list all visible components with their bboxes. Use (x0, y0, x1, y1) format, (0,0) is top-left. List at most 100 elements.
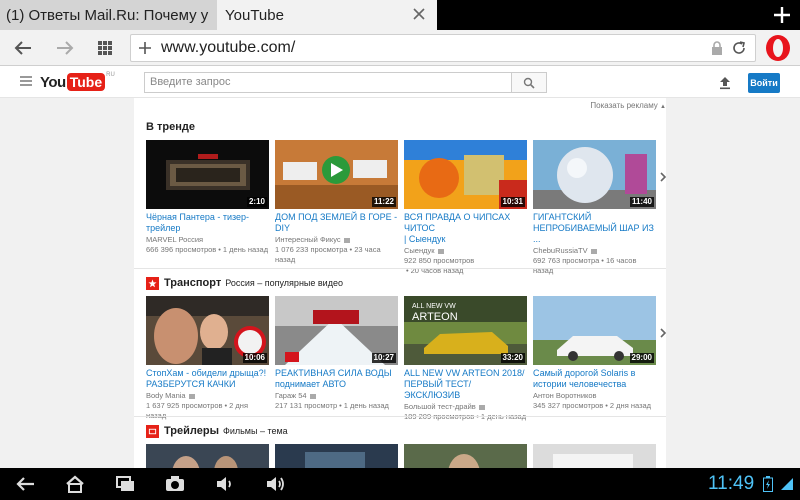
show-ads-link[interactable]: Показать рекламу ▲ (590, 101, 666, 110)
channel-name[interactable]: Body Mania (146, 391, 269, 401)
section-subtitle: Россия – популярные видео (225, 278, 343, 288)
video-card[interactable] (404, 444, 527, 468)
video-card[interactable] (533, 444, 656, 468)
main-content: Показать рекламу ▲ В тренде 2:10 Чёрная … (134, 98, 668, 468)
video-card[interactable] (275, 444, 398, 468)
new-tab-icon[interactable] (772, 5, 792, 25)
video-card[interactable]: 11:22 ДОМ ПОД ЗЕМЛЕЙ В ГОРЕ - DIY Интере… (275, 140, 398, 265)
verified-icon (478, 404, 485, 410)
view-count: 922 850 просмотров (404, 256, 475, 265)
verified-icon (590, 248, 597, 254)
recents-nav-icon[interactable] (114, 474, 136, 494)
video-thumbnail[interactable]: 10:31 (404, 140, 527, 209)
section-title[interactable]: Транспорт (164, 277, 221, 289)
channel-name[interactable]: ChebuRussiaTV (533, 246, 656, 256)
video-card[interactable]: 10:31 ВСЯ ПРАВДА О ЧИПСАХ ЧИТОС | Сыенду… (404, 140, 527, 276)
tab-youtube[interactable]: YouTube (217, 0, 437, 30)
video-thumbnail[interactable]: 11:22 (275, 140, 398, 209)
star-icon (146, 276, 159, 290)
url-text[interactable]: www.youtube.com/ (161, 39, 295, 57)
video-title[interactable]: ALL NEW VW ARTEON 2018/ ПЕРВЫЙ ТЕСТ/ЭКСК… (404, 368, 527, 401)
tab-strip: (1) Ответы Mail.Ru: Почему у м YouTube (0, 0, 800, 30)
upload-age: 2 дня назад (609, 401, 652, 410)
search-button[interactable] (512, 72, 547, 93)
section-title[interactable]: Трейлеры (164, 425, 219, 437)
back-nav-icon[interactable] (14, 474, 36, 494)
title-line: поднимает АВТО (275, 379, 346, 389)
plus-icon[interactable] (137, 40, 153, 56)
video-card[interactable]: 11:40 ГИГАНТСКИЙ НЕПРОБИВАЕМЫЙ ШАР ИЗ ..… (533, 140, 656, 276)
section-header: Трейлеры Фильмы – тема (146, 424, 288, 438)
channel-name[interactable]: Интересный Фикус (275, 235, 398, 245)
channel-name[interactable]: Антон Воротников (533, 391, 656, 401)
logo-you: You (40, 73, 66, 91)
speed-dial-icon[interactable] (94, 37, 116, 59)
channel-label: Большой тест-драйв (404, 402, 476, 411)
youtube-header: You Tube RU Введите запрос Войти (0, 66, 800, 98)
video-card[interactable]: 2:10 Чёрная Пантера - тизер- трейлер MAR… (146, 140, 269, 255)
signin-button[interactable]: Войти (748, 73, 780, 93)
section-title[interactable]: В тренде (146, 121, 195, 133)
video-card[interactable]: 10:27 РЕАКТИВНАЯ СИЛА ВОДЫ поднимает АВТ… (275, 296, 398, 411)
youtube-logo[interactable]: You Tube RU (40, 72, 115, 92)
video-thumbnail[interactable]: 2:10 (146, 140, 269, 209)
video-duration: 11:22 (371, 197, 396, 207)
channel-name[interactable]: MARVEL Россия (146, 235, 269, 245)
back-icon[interactable] (12, 37, 34, 59)
title-line: ДОМ ПОД ЗЕМЛЕЙ В ГОРЕ - DIY (275, 212, 398, 233)
video-thumbnail[interactable] (146, 444, 269, 468)
video-meta: 1 637 925 просмотров•2 дня назад (146, 401, 269, 421)
search-icon (523, 77, 535, 89)
chevron-right-icon[interactable] (658, 328, 668, 338)
upload-icon[interactable] (718, 76, 732, 90)
video-thumbnail[interactable]: 10:27 (275, 296, 398, 365)
trailer-thumbnail (533, 444, 656, 468)
channel-name[interactable]: Большой тест-драйв (404, 402, 527, 412)
video-thumbnail[interactable]: ALL NEW VW ARTEON 33:20 (404, 296, 527, 365)
home-nav-icon[interactable] (64, 474, 86, 494)
channel-label: MARVEL Россия (146, 235, 204, 244)
video-title[interactable]: СтопХам - обидели дрыща?! РАЗБЕРУТСЯ КАЧ… (146, 368, 269, 390)
close-icon[interactable] (411, 6, 427, 22)
video-title[interactable]: ВСЯ ПРАВДА О ЧИПСАХ ЧИТОС | Сыендук (404, 212, 527, 245)
reload-icon[interactable] (731, 40, 747, 56)
video-card[interactable]: 29:00 Самый дорогой Solaris в истории че… (533, 296, 656, 411)
view-count: 1 076 233 просмотра (275, 245, 348, 254)
video-thumbnail[interactable] (404, 444, 527, 468)
channel-name[interactable]: Сыендук (404, 246, 527, 256)
search-input[interactable]: Введите запрос (144, 72, 512, 93)
forward-icon[interactable] (54, 37, 76, 59)
svg-text:ALL NEW VW: ALL NEW VW (412, 303, 456, 310)
signin-label: Войти (750, 78, 778, 88)
video-title[interactable]: Чёрная Пантера - тизер- трейлер (146, 212, 269, 234)
video-thumbnail[interactable] (275, 444, 398, 468)
view-count: 217 131 просмотр (275, 401, 338, 410)
section-divider (134, 416, 666, 417)
tab-label: YouTube (225, 6, 284, 24)
channel-name[interactable]: Гараж 54 (275, 391, 398, 401)
chevron-right-icon[interactable] (658, 172, 668, 182)
volume-up-icon[interactable] (264, 474, 286, 494)
video-title[interactable]: ДОМ ПОД ЗЕМЛЕЙ В ГОРЕ - DIY (275, 212, 398, 234)
video-card[interactable]: 10:06 СтопХам - обидели дрыща?! РАЗБЕРУТ… (146, 296, 269, 421)
video-thumbnail[interactable]: 11:40 (533, 140, 656, 209)
video-title[interactable]: Самый дорогой Solaris в истории человече… (533, 368, 656, 390)
logo-tube: Tube (66, 73, 106, 91)
tab-mail-ru[interactable]: (1) Ответы Mail.Ru: Почему у м (0, 0, 217, 30)
volume-down-icon[interactable] (214, 474, 236, 494)
video-meta: 217 131 просмотр • 1 день назад (275, 401, 389, 410)
video-card[interactable]: ALL NEW VW ARTEON 33:20 ALL NEW VW ARTEO… (404, 296, 527, 422)
menu-icon[interactable] (20, 76, 32, 86)
address-bar[interactable]: www.youtube.com/ (130, 34, 756, 62)
clock: 11:49 (708, 473, 755, 494)
section-header: В тренде (146, 120, 195, 134)
video-thumbnail[interactable]: 29:00 (533, 296, 656, 365)
video-thumbnail[interactable] (533, 444, 656, 468)
video-thumbnail[interactable]: 10:06 (146, 296, 269, 365)
video-title[interactable]: ГИГАНТСКИЙ НЕПРОБИВАЕМЫЙ ШАР ИЗ ... (533, 212, 656, 245)
video-card[interactable] (146, 444, 269, 468)
camera-icon[interactable] (164, 474, 186, 494)
video-meta: 666 396 просмотров • 1 день назад (146, 245, 269, 254)
opera-logo[interactable] (764, 34, 792, 62)
video-title[interactable]: РЕАКТИВНАЯ СИЛА ВОДЫ поднимает АВТО (275, 368, 398, 390)
